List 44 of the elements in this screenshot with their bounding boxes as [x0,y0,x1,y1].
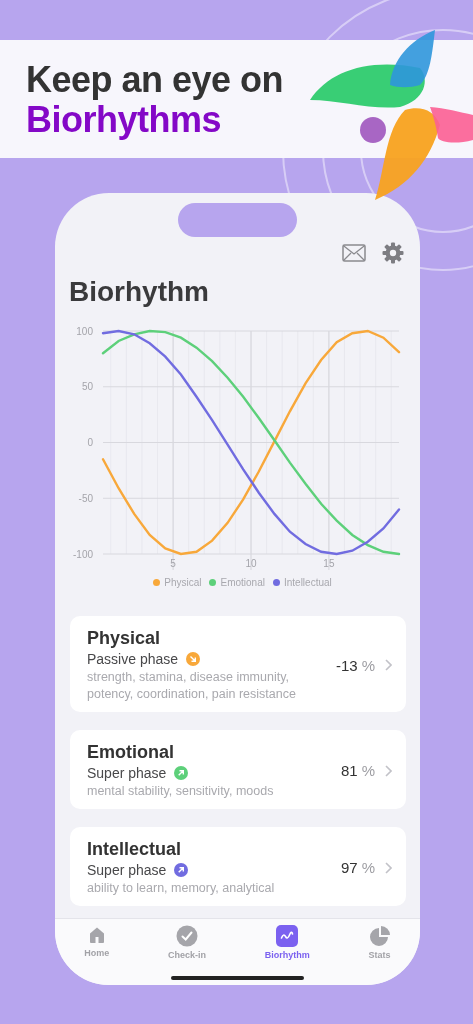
percent-unit: % [361,656,375,674]
percent-value: -13 [335,656,358,674]
legend-label: Physical [164,577,202,588]
x-tick-label: 10 [245,558,257,569]
card-description: mental stability, sensitivity, moods [87,783,274,800]
y-tick-label: -100 [73,548,93,560]
card-description: strength, stamina, disease immunity, potency, coordination, pain resistance [87,669,297,703]
settings-icon[interactable] [382,242,404,264]
card-title: Emotional [87,741,175,763]
percent-value: 81 [340,762,358,779]
percent-unit: % [361,859,375,876]
screen-title: Biorhythm [69,275,210,309]
chevron-icon [385,861,392,874]
rhythm-card[interactable]: Intellectual Super phase ability to learn, memory, analytical 97 % [70,827,406,906]
legend-label: Intellectual [283,577,332,588]
tab[interactable]: Biorhythm [264,925,310,960]
percent-value: 97 [340,859,358,876]
phase-label: Passive phase [87,650,179,669]
mail-icon[interactable] [342,244,366,262]
y-tick-label: -50 [78,492,93,504]
card-title: Intellectual [87,838,183,860]
tab[interactable]: Home [84,925,110,960]
chevron-icon [385,764,392,777]
y-tick-label: 50 [81,381,93,393]
x-tick-label: 5 [170,558,176,569]
tab[interactable]: Stats [368,925,391,960]
x-tick-label: 15 [323,558,335,569]
rhythm-card[interactable]: Emotional Super phase mental stability, sensitivity, moods 81 % [70,730,406,809]
chevron-icon [385,659,392,671]
percent-unit: % [361,762,375,779]
headline: Keep an eye on [26,60,285,100]
tab[interactable]: Check-in [168,925,207,960]
phase-label: Super phase [87,764,167,783]
card-description: ability to learn, memory, analytical [87,880,275,897]
phase-label: Super phase [87,861,167,880]
y-tick-label: 100 [76,325,93,337]
pie-chart-icon [368,925,391,947]
y-tick-label: 0 [87,437,93,448]
legend-label: Emotional [220,577,265,588]
wave-icon [276,925,299,947]
checkmark-circle-icon [176,925,199,947]
card-title: Physical [87,627,162,649]
rhythm-card[interactable]: Physical Passive phase strength, stamina, disease immunity, potency, coordination, pain resistance -13 % [70,616,406,712]
headline-highlight: Biorhythms [26,100,222,140]
